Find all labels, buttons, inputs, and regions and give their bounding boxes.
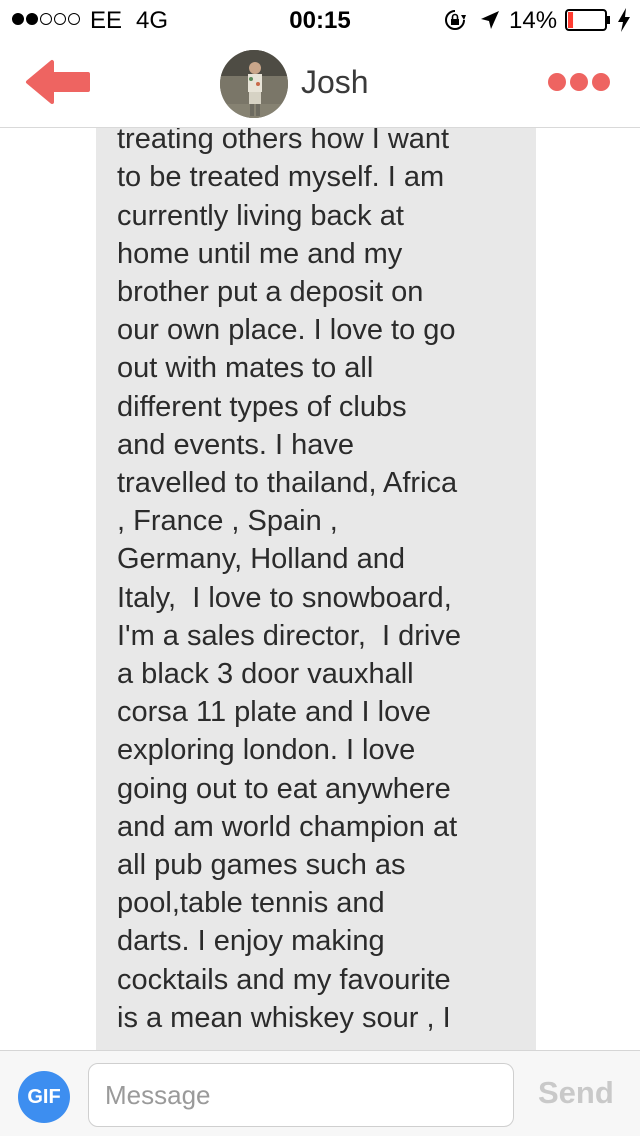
message-line: treating others how I want [117, 128, 450, 156]
avatar[interactable] [220, 50, 288, 118]
message-line: pool,table tennis and [117, 887, 385, 920]
message-line: going out to eat anywhere [117, 772, 451, 805]
message-line: out with mates to all [117, 352, 374, 385]
more-dots-icon [570, 73, 588, 91]
battery-icon [565, 9, 610, 31]
chat-header: Josh [0, 40, 640, 128]
message-line: , France , Spain , [117, 505, 338, 538]
message-line: is a mean whiskey sour , I [117, 1001, 451, 1034]
message-line: currently living back at [117, 199, 404, 232]
more-dots-icon [592, 73, 610, 91]
message-composer: GIF Send [0, 1050, 640, 1136]
more-options-button[interactable] [548, 68, 612, 96]
back-button[interactable] [24, 58, 94, 106]
rotation-lock-icon [445, 10, 466, 30]
send-button[interactable]: Send [538, 1075, 614, 1111]
message-line: and events. I have [117, 428, 354, 461]
message-line: and am world champion at [117, 810, 458, 843]
message-input[interactable] [88, 1063, 514, 1127]
profile-photo [220, 50, 288, 118]
message-line: all pub games such as [117, 849, 406, 882]
message-line: our own place. I love to go [117, 314, 456, 347]
status-bar: EE 4G 00:15 14% [0, 0, 640, 40]
message-line: a black 3 door vauxhall [117, 658, 414, 691]
charging-bolt-icon [618, 8, 630, 32]
message-line: home until me and my [117, 237, 403, 270]
more-dots-icon [548, 73, 566, 91]
message-line: Germany, Holland and [117, 543, 406, 576]
message-line: to be treated myself. I am [117, 161, 445, 194]
chat-screen: EE 4G 00:15 14% Josh treating others how… [0, 0, 640, 1136]
message-text: strong morals whiletreating others how I… [117, 128, 517, 1037]
message-line: different types of clubs [117, 390, 407, 423]
gif-button[interactable]: GIF [18, 1071, 70, 1123]
back-arrow-icon [26, 60, 90, 104]
message-line: travelled to thailand, Africa [117, 467, 458, 500]
message-line: brother put a deposit on [117, 276, 424, 309]
message-line: darts. I enjoy making [117, 925, 385, 958]
contact-name[interactable]: Josh [301, 64, 369, 101]
message-list[interactable]: strong morals whiletreating others how I… [0, 128, 640, 1050]
message-line: cocktails and my favourite [117, 963, 451, 996]
message-line: exploring london. I love [117, 734, 416, 767]
message-line: Italy, I love to snowboard, [117, 581, 452, 614]
location-arrow-icon [481, 11, 499, 29]
message-line: I'm a sales director, I drive [117, 619, 461, 652]
battery-percentage: 14% [509, 7, 558, 34]
message-line: corsa 11 plate and I love [117, 696, 431, 729]
